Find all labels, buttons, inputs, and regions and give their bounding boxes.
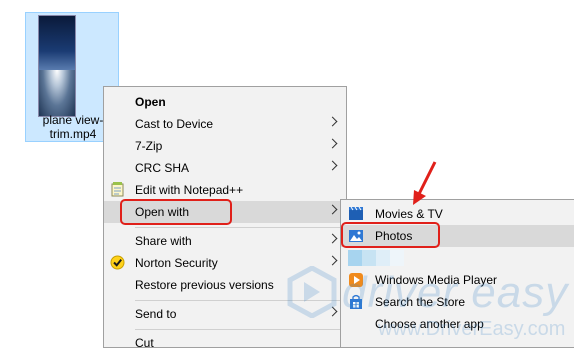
windows-media-player-icon — [349, 273, 363, 287]
video-thumbnail — [38, 15, 76, 117]
chevron-right-icon — [327, 160, 338, 171]
movies-tv-icon — [349, 206, 363, 220]
menu-item-label: Norton Security — [135, 256, 218, 270]
menu-item-label: Cast to Device — [135, 117, 214, 131]
menu-item-cast-to-device[interactable]: Cast to Device — [104, 113, 346, 135]
submenu-item-windows-media-player[interactable]: Windows Media Player — [341, 269, 574, 291]
submenu-item-label: Movies & TV — [375, 207, 443, 221]
menu-item-label: Open — [135, 95, 166, 109]
store-bag-icon — [350, 294, 362, 309]
submenu-item-label: Choose another app — [375, 317, 484, 331]
menu-item-send-to[interactable]: Send to — [104, 303, 346, 325]
chevron-right-icon — [327, 116, 338, 127]
menu-item-label: CRC SHA — [135, 161, 190, 175]
submenu-item-search-store[interactable]: Search the Store — [341, 291, 574, 313]
submenu-item-choose-another-app[interactable]: Choose another app — [341, 313, 574, 335]
red-arrow-icon — [413, 161, 437, 205]
submenu-item-blurred-app[interactable] — [341, 247, 574, 269]
menu-item-label: 7-Zip — [135, 139, 163, 153]
submenu-item-label: Windows Media Player — [375, 273, 498, 287]
menu-separator — [135, 329, 340, 330]
menu-item-share-with[interactable]: Share with — [104, 230, 346, 252]
menu-item-open[interactable]: Open — [104, 91, 346, 113]
chevron-right-icon — [327, 138, 338, 149]
menu-item-norton-security[interactable]: Norton Security — [104, 252, 346, 274]
chevron-right-icon — [327, 233, 338, 244]
chevron-right-icon — [327, 255, 338, 266]
menu-item-edit-notepad[interactable]: Edit with Notepad++ — [104, 179, 346, 201]
menu-item-restore-previous[interactable]: Restore previous versions — [104, 274, 346, 296]
menu-item-label: Restore previous versions — [135, 278, 274, 292]
menu-item-crc-sha[interactable]: CRC SHA — [104, 157, 346, 179]
notepad-plus-plus-icon — [111, 182, 124, 197]
menu-item-7zip[interactable]: 7-Zip — [104, 135, 346, 157]
norton-check-icon — [110, 255, 125, 270]
open-with-highlight — [120, 199, 232, 225]
menu-item-label: Edit with Notepad++ — [135, 183, 244, 197]
chevron-right-icon — [327, 204, 338, 215]
chevron-right-icon — [327, 306, 338, 317]
menu-separator — [135, 300, 340, 301]
menu-item-label: Share with — [135, 234, 192, 248]
menu-separator — [135, 227, 340, 228]
menu-item-cut[interactable]: Cut — [104, 332, 346, 354]
menu-item-label: Send to — [135, 307, 177, 321]
photos-highlight — [341, 222, 440, 248]
submenu-item-label: Search the Store — [375, 295, 466, 309]
blurred-app-icon — [348, 250, 404, 266]
